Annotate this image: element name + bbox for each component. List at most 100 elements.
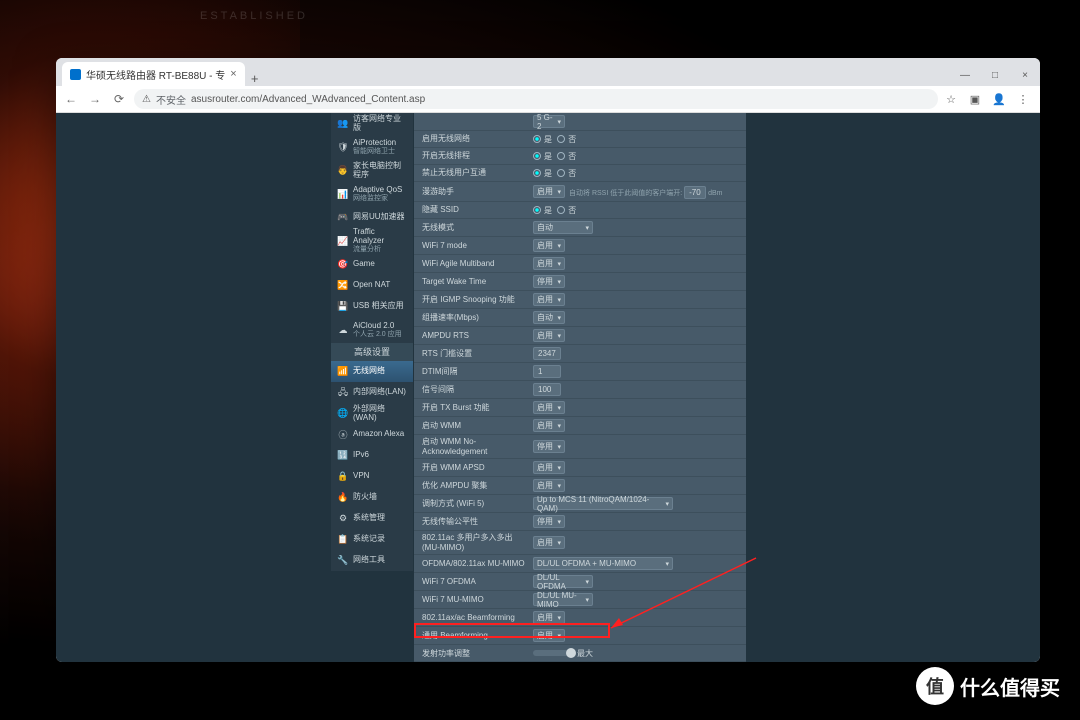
select-dropdown[interactable]: 启用 bbox=[533, 536, 565, 549]
tab-strip: 华硕无线路由器 RT-BE88U - 专 × + — □ × bbox=[56, 58, 1040, 86]
setting-row: 开启 IGMP Snooping 功能启用 bbox=[414, 291, 746, 309]
select-dropdown[interactable]: DL/UL OFDMA bbox=[533, 575, 593, 588]
window-minimize[interactable]: — bbox=[950, 64, 980, 86]
menu-icon[interactable]: ⋮ bbox=[1016, 93, 1030, 106]
radio-on[interactable] bbox=[533, 152, 541, 160]
radio-off[interactable] bbox=[557, 206, 565, 214]
sidebar-item[interactable]: ⓐAmazon Alexa bbox=[331, 424, 413, 445]
radio-group[interactable]: 是 否 bbox=[533, 205, 576, 216]
sidebar-label: AiCloud 2.0个人云 2.0 应用 bbox=[353, 322, 402, 338]
sidebar-item[interactable]: 📈Traffic Analyzer流量分析 bbox=[331, 228, 413, 254]
setting-label: 隐藏 SSID bbox=[414, 205, 529, 215]
select-dropdown[interactable]: 停用 bbox=[533, 440, 565, 453]
browser-tab[interactable]: 华硕无线路由器 RT-BE88U - 专 × bbox=[62, 62, 245, 86]
select-dropdown[interactable]: 启用 bbox=[533, 239, 565, 252]
select-dropdown[interactable]: 启用 bbox=[533, 401, 565, 414]
setting-row: 发射功率调整最大 bbox=[414, 645, 746, 662]
sidebar-label: Adaptive QoS网络监控家 bbox=[353, 186, 402, 202]
select-dropdown[interactable]: 启用 bbox=[533, 419, 565, 432]
setting-label: DTIM间隔 bbox=[414, 367, 529, 377]
setting-row: 启动 WMM No-Acknowledgement停用 bbox=[414, 435, 746, 459]
select-dropdown[interactable]: 启用 bbox=[533, 293, 565, 306]
sidebar-item[interactable]: 📊Adaptive QoS网络监控家 bbox=[331, 181, 413, 207]
sidebar-item[interactable]: 🔒VPN bbox=[331, 466, 413, 487]
select-dropdown[interactable]: 5 G-2 bbox=[533, 115, 565, 128]
setting-row: 通用 Beamforming启用 bbox=[414, 627, 746, 645]
select-dropdown[interactable]: 启用 bbox=[533, 629, 565, 642]
back-button[interactable]: ← bbox=[62, 92, 80, 106]
text-input[interactable]: 1 bbox=[533, 365, 561, 378]
forward-button[interactable]: → bbox=[86, 92, 104, 106]
hint-input[interactable]: -70 bbox=[684, 186, 706, 199]
radio-on[interactable] bbox=[533, 206, 541, 214]
sidebar-icon: 👥 bbox=[337, 118, 349, 130]
select-dropdown[interactable]: 启用 bbox=[533, 461, 565, 474]
setting-label: 信号间隔 bbox=[414, 385, 529, 395]
radio-group[interactable]: 是 否 bbox=[533, 168, 576, 179]
radio-off[interactable] bbox=[557, 152, 565, 160]
slider[interactable] bbox=[533, 650, 573, 656]
sidebar-item[interactable]: 🎮网易UU加速器 bbox=[331, 207, 413, 228]
sidebar-icon: 📋 bbox=[337, 534, 349, 546]
setting-label: 开启 IGMP Snooping 功能 bbox=[414, 295, 529, 305]
sidebar-item[interactable]: 💾USB 相关应用 bbox=[331, 296, 413, 317]
sidebar-item[interactable]: 👨家长电脑控制程序 bbox=[331, 160, 413, 181]
address-bar: ← → ⟳ ⚠ 不安全 asusrouter.com/Advanced_WAdv… bbox=[56, 86, 1040, 113]
slider-thumb[interactable] bbox=[566, 648, 576, 658]
window-close[interactable]: × bbox=[1010, 64, 1040, 86]
setting-row: 优化 AMPDU 聚集启用 bbox=[414, 477, 746, 495]
setting-label: AMPDU RTS bbox=[414, 331, 529, 341]
sidebar-item[interactable]: 🖧内部网络(LAN) bbox=[331, 382, 413, 403]
radio-group[interactable]: 是 否 bbox=[533, 151, 576, 162]
sidebar-item[interactable]: 🛡AiProtection智能网络卫士 bbox=[331, 134, 413, 160]
select-dropdown[interactable]: 启用 bbox=[533, 479, 565, 492]
extension-icon[interactable]: ▣ bbox=[968, 93, 982, 106]
sidebar-item[interactable]: 🌐外部网络(WAN) bbox=[331, 403, 413, 424]
setting-row: 802.11ax/ac Beamforming启用 bbox=[414, 609, 746, 627]
sidebar-item[interactable]: 🔥防火墙 bbox=[331, 487, 413, 508]
select-dropdown[interactable]: 停用 bbox=[533, 275, 565, 288]
text-input[interactable]: 2347 bbox=[533, 347, 561, 360]
radio-off[interactable] bbox=[557, 169, 565, 177]
tab-title: 华硕无线路由器 RT-BE88U - 专 bbox=[86, 67, 225, 82]
select-dropdown[interactable]: 自动 bbox=[533, 221, 593, 234]
sidebar-icon: 📶 bbox=[337, 366, 349, 378]
select-dropdown[interactable]: Up to MCS 11 (NitroQAM/1024-QAM) bbox=[533, 497, 673, 510]
reload-button[interactable]: ⟳ bbox=[110, 92, 128, 106]
sidebar-item[interactable]: ☁AiCloud 2.0个人云 2.0 应用 bbox=[331, 317, 413, 343]
setting-label: 禁止无线用户互通 bbox=[414, 168, 529, 178]
radio-off[interactable] bbox=[557, 135, 565, 143]
text-input[interactable]: 100 bbox=[533, 383, 561, 396]
setting-label: 漫游助手 bbox=[414, 187, 529, 197]
browser-window: 华硕无线路由器 RT-BE88U - 专 × + — □ × ← → ⟳ ⚠ 不… bbox=[56, 58, 1040, 662]
select-dropdown[interactable]: 停用 bbox=[533, 515, 565, 528]
setting-label: 优化 AMPDU 聚集 bbox=[414, 481, 529, 491]
radio-group[interactable]: 是 否 bbox=[533, 134, 576, 145]
sidebar-item[interactable]: ⚙系统管理 bbox=[331, 508, 413, 529]
sidebar-icon: 💾 bbox=[337, 301, 349, 313]
select-dropdown[interactable]: 自动 bbox=[533, 311, 565, 324]
sidebar-item[interactable]: 👥访客网络专业版 bbox=[331, 113, 413, 134]
tab-close-icon[interactable]: × bbox=[230, 68, 236, 80]
profile-icon[interactable]: 👤 bbox=[992, 93, 1006, 106]
new-tab-button[interactable]: + bbox=[245, 71, 265, 86]
select-dropdown[interactable]: 启用 bbox=[533, 185, 565, 198]
sidebar-item[interactable]: 📋系统记录 bbox=[331, 529, 413, 550]
window-maximize[interactable]: □ bbox=[980, 64, 1010, 86]
select-dropdown[interactable]: DL/UL OFDMA + MU-MIMO bbox=[533, 557, 673, 570]
url-field[interactable]: ⚠ 不安全 asusrouter.com/Advanced_WAdvanced_… bbox=[134, 89, 938, 109]
radio-on[interactable] bbox=[533, 135, 541, 143]
sidebar-item[interactable]: 📶无线网络 bbox=[331, 361, 413, 382]
select-dropdown[interactable]: 启用 bbox=[533, 329, 565, 342]
sidebar-item[interactable]: 🔢IPv6 bbox=[331, 445, 413, 466]
sidebar-item[interactable]: 🔧网络工具 bbox=[331, 550, 413, 571]
setting-row: DTIM间隔 1 bbox=[414, 363, 746, 381]
radio-on[interactable] bbox=[533, 169, 541, 177]
sidebar-item[interactable]: 🎯Game bbox=[331, 254, 413, 275]
select-dropdown[interactable]: DL/UL MU-MIMO bbox=[533, 593, 593, 606]
sidebar-label: 网易UU加速器 bbox=[353, 213, 405, 222]
star-icon[interactable]: ☆ bbox=[944, 93, 958, 106]
select-dropdown[interactable]: 启用 bbox=[533, 257, 565, 270]
select-dropdown[interactable]: 启用 bbox=[533, 611, 565, 624]
sidebar-item[interactable]: 🔀Open NAT bbox=[331, 275, 413, 296]
